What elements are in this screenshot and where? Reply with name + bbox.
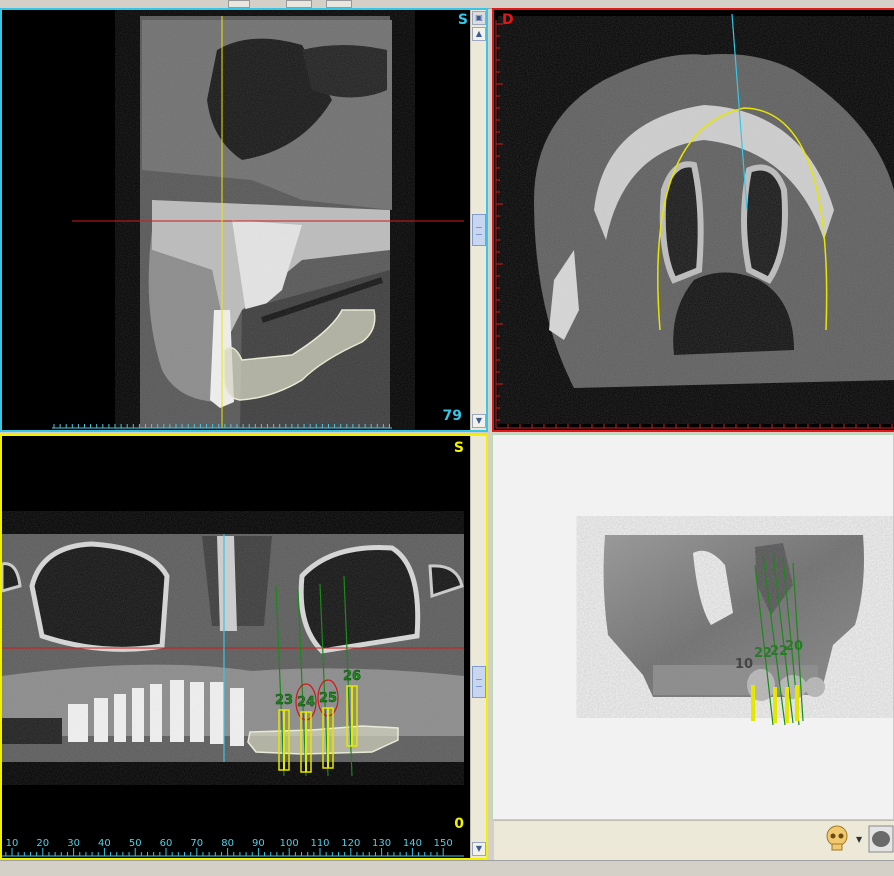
ruler-label: 70	[190, 838, 203, 849]
implant-label: 25	[319, 691, 337, 706]
panoramic-orientation-label: S	[453, 440, 464, 456]
ruler-label: 120	[341, 838, 360, 849]
sagittal-viewport[interactable]: S 79 ▣ ▲ ▼	[0, 8, 488, 432]
panoramic-scrollbar[interactable]: ▼	[470, 436, 486, 858]
up-arrow-icon[interactable]: ▲	[472, 27, 486, 41]
axial-orientation-label: D	[502, 12, 514, 28]
status-bar	[0, 860, 894, 876]
implant-label: 24	[297, 695, 315, 710]
panoramic-scroll-thumb[interactable]	[472, 666, 486, 698]
toolbar-button[interactable]	[326, 0, 352, 8]
ruler-label: 110	[310, 838, 329, 849]
ruler-label: 60	[160, 838, 173, 849]
ruler-label: 80	[221, 838, 234, 849]
render-controls-bar: ▼	[494, 820, 894, 861]
implant-label: 23	[275, 693, 293, 708]
sagittal-ct-image	[52, 16, 464, 429]
implant-label: 26	[343, 669, 361, 684]
skull-3d-render: 10 22 22 20	[603, 533, 868, 726]
skull-icon[interactable]	[824, 825, 850, 853]
render3d-viewport[interactable]: 10 22 22 20	[492, 434, 894, 820]
ruler-label: 50	[129, 838, 142, 849]
ruler-label: 130	[372, 838, 391, 849]
ruler-label: 140	[403, 838, 422, 849]
ruler-label: 90	[252, 838, 265, 849]
axial-viewport[interactable]: D	[492, 8, 894, 432]
ruler-label: 30	[67, 838, 80, 849]
ruler-label: 150	[434, 838, 453, 849]
down-arrow-icon[interactable]: ▼	[472, 414, 486, 428]
ruler-label: 20	[36, 838, 49, 849]
sagittal-scrollbar[interactable]: ▣ ▲ ▼	[470, 10, 486, 430]
ruler-label: 40	[98, 838, 111, 849]
axial-ct-image	[495, 13, 894, 429]
panoramic-ct-image: 23 24 25 26 10 20 30 40 50 60 70 80 90 100 110 120 130 1…	[2, 534, 464, 857]
panoramic-slice-number: 0	[454, 816, 464, 832]
bone-render-icon[interactable]	[868, 825, 894, 853]
render-implant-label: 20	[785, 639, 803, 654]
sagittal-scroll-thumb[interactable]	[472, 214, 486, 246]
ruler-label: 100	[280, 838, 299, 849]
sagittal-orientation-label: S	[457, 12, 468, 28]
maximize-icon[interactable]: ▣	[472, 11, 486, 25]
down-arrow-icon[interactable]: ▼	[472, 842, 486, 856]
chevron-down-icon[interactable]: ▼	[856, 835, 862, 844]
toolbar-button[interactable]	[228, 0, 250, 8]
sagittal-slice-number: 79	[442, 408, 462, 424]
ruler-label: 10	[6, 838, 19, 849]
toolbar-button[interactable]	[286, 0, 312, 8]
panoramic-viewport[interactable]: 23 24 25 26 10 20 30 40 50 60 70 80 90 100 110 120 130 1…	[0, 434, 488, 860]
render-implant-label: 10	[735, 657, 753, 672]
